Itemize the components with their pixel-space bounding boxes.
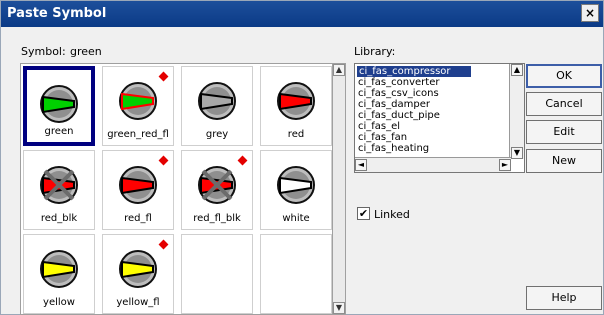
symbol-name: red xyxy=(287,129,305,140)
list-scroll-down-icon[interactable]: ▼ xyxy=(511,147,523,159)
library-item[interactable]: ci_fas_damper xyxy=(358,99,430,110)
symbol-tile-red_fl[interactable]: red_fl xyxy=(102,150,174,230)
library-item[interactable]: ci_fas_el xyxy=(358,121,400,132)
symbol-tile-red_fl_blk[interactable]: red_fl_blk xyxy=(181,150,253,230)
symbol-name: green xyxy=(44,126,74,137)
library-item[interactable]: ci_fas_duct_pipe xyxy=(358,110,440,121)
help-button[interactable]: Help xyxy=(526,286,602,310)
symbol-name: white xyxy=(282,213,310,224)
title-bar: Paste Symbol × xyxy=(1,1,603,27)
symbol-name: red_fl_blk xyxy=(193,213,241,224)
symbol-tile-red[interactable]: red xyxy=(260,66,332,146)
symbol-tile-green_red_fl[interactable]: green_red_fl xyxy=(102,66,174,146)
symbol-name: red_blk xyxy=(40,213,78,224)
paste-symbol-dialog: Paste Symbol × Symbol: green Library: gr… xyxy=(0,0,604,315)
symbol-tile-empty[interactable] xyxy=(181,234,253,314)
ok-button[interactable]: OK xyxy=(526,64,602,88)
symbol-tile-grey[interactable]: grey xyxy=(181,66,253,146)
window-title: Paste Symbol xyxy=(7,6,107,21)
library-list[interactable]: ci_fas_compressor ci_fas_converter ci_fas_… xyxy=(354,63,525,173)
new-button[interactable]: New xyxy=(526,149,602,173)
symbol-tile-yellow[interactable]: yellow xyxy=(23,234,95,314)
check-icon: ✔ xyxy=(358,207,369,220)
linked-label: Linked xyxy=(374,208,410,221)
symbol-tile-red_blk[interactable]: red_blk xyxy=(23,150,95,230)
library-label: Library: xyxy=(354,45,396,58)
symbol-name: green_red_fl xyxy=(107,129,169,140)
symbol-name: yellow xyxy=(43,297,75,308)
library-item[interactable]: ci_fas_converter xyxy=(358,77,439,88)
library-item[interactable]: ci_fas_heating xyxy=(358,143,429,154)
library-item[interactable]: ci_fas_csv_icons xyxy=(358,88,439,99)
close-icon[interactable]: × xyxy=(581,4,599,22)
symbol-name: grey xyxy=(205,129,229,140)
list-scroll-up-icon[interactable]: ▲ xyxy=(511,64,523,76)
cancel-button[interactable]: Cancel xyxy=(526,92,602,116)
scroll-down-icon[interactable]: ▼ xyxy=(333,302,345,314)
scroll-up-icon[interactable]: ▲ xyxy=(333,64,345,76)
symbol-name: yellow_fl xyxy=(116,297,160,308)
linked-checkbox[interactable]: ✔ xyxy=(357,207,370,220)
symbol-label: Symbol: xyxy=(21,45,66,58)
symbol-tile-white[interactable]: white xyxy=(260,150,332,230)
library-item[interactable]: ci_fas_compressor xyxy=(357,66,471,77)
symbol-grid-scrollbar[interactable]: ▲ ▼ xyxy=(332,63,346,315)
symbol-value: green xyxy=(70,45,102,58)
symbol-tile-empty[interactable] xyxy=(260,234,332,314)
edit-button[interactable]: Edit xyxy=(526,120,602,144)
library-horizontal-scrollbar[interactable]: ◄ ► xyxy=(355,157,511,172)
symbol-tile-yellow_fl[interactable]: yellow_fl xyxy=(102,234,174,314)
symbol-grid: green green_red_fl grey red red_blk red_fl red… xyxy=(20,63,336,315)
symbol-tile-green[interactable]: green xyxy=(23,66,95,146)
list-scroll-right-icon[interactable]: ► xyxy=(499,159,511,171)
list-scroll-left-icon[interactable]: ◄ xyxy=(355,159,367,171)
library-item[interactable]: ci_fas_fan xyxy=(358,132,407,143)
symbol-name: red_fl xyxy=(124,213,152,224)
library-vertical-scrollbar[interactable]: ▲ ▼ xyxy=(509,64,524,159)
